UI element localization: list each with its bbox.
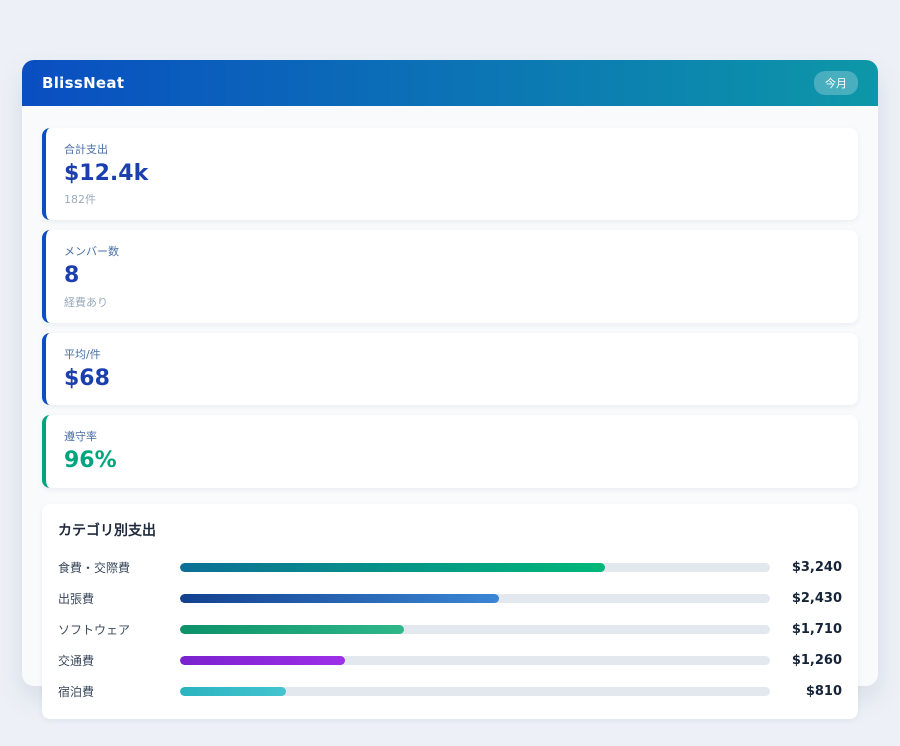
stat-value: 8 <box>64 263 840 289</box>
bar-fill <box>180 594 499 603</box>
category-panel-title: カテゴリ別支出 <box>58 520 842 540</box>
category-row: 出張費 $2,430 <box>58 583 842 614</box>
bar-track <box>180 625 770 634</box>
bar-fill <box>180 625 404 634</box>
category-label: 交通費 <box>58 652 180 669</box>
stat-label: 合計支出 <box>64 141 840 157</box>
dashboard-content: 合計支出 $12.4k 182件 メンバー数 8 経費あり 平均/件 $68 遵… <box>22 106 878 739</box>
bar-fill <box>180 563 605 572</box>
stat-value: $12.4k <box>64 161 840 187</box>
bar-fill <box>180 656 345 665</box>
stat-subtitle: 182件 <box>64 191 840 207</box>
stat-label: 遵守率 <box>64 428 840 444</box>
category-label: ソフトウェア <box>58 621 180 638</box>
category-value: $810 <box>770 684 842 699</box>
category-row: 食費・交際費 $3,240 <box>58 552 842 583</box>
category-spend-panel: カテゴリ別支出 食費・交際費 $3,240 出張費 $2,430 ソフトウェア <box>42 504 858 719</box>
category-value: $2,430 <box>770 591 842 606</box>
stat-card-average-per-item: 平均/件 $68 <box>42 333 858 405</box>
period-badge[interactable]: 今月 <box>814 71 858 95</box>
stat-card-member-count: メンバー数 8 経費あり <box>42 230 858 322</box>
stat-card-compliance-rate: 遵守率 96% <box>42 415 858 487</box>
category-value: $3,240 <box>770 560 842 575</box>
stat-subtitle: 経費あり <box>64 294 840 310</box>
category-label: 宿泊費 <box>58 683 180 700</box>
category-row: 交通費 $1,260 <box>58 645 842 676</box>
dashboard-card: BlissNeat 今月 合計支出 $12.4k 182件 メンバー数 8 経費… <box>22 60 878 686</box>
bar-track <box>180 687 770 696</box>
stat-label: メンバー数 <box>64 243 840 259</box>
category-label: 食費・交際費 <box>58 559 180 576</box>
app-title: BlissNeat <box>42 74 124 92</box>
stat-card-total-spend: 合計支出 $12.4k 182件 <box>42 128 858 220</box>
category-value: $1,710 <box>770 622 842 637</box>
bar-track <box>180 656 770 665</box>
bar-track <box>180 563 770 572</box>
stat-label: 平均/件 <box>64 346 840 362</box>
category-value: $1,260 <box>770 653 842 668</box>
app-header: BlissNeat 今月 <box>22 60 878 106</box>
stat-value: $68 <box>64 366 840 392</box>
category-row: ソフトウェア $1,710 <box>58 614 842 645</box>
category-label: 出張費 <box>58 590 180 607</box>
stat-value: 96% <box>64 448 840 474</box>
bar-track <box>180 594 770 603</box>
category-row: 宿泊費 $810 <box>58 676 842 707</box>
bar-fill <box>180 687 286 696</box>
